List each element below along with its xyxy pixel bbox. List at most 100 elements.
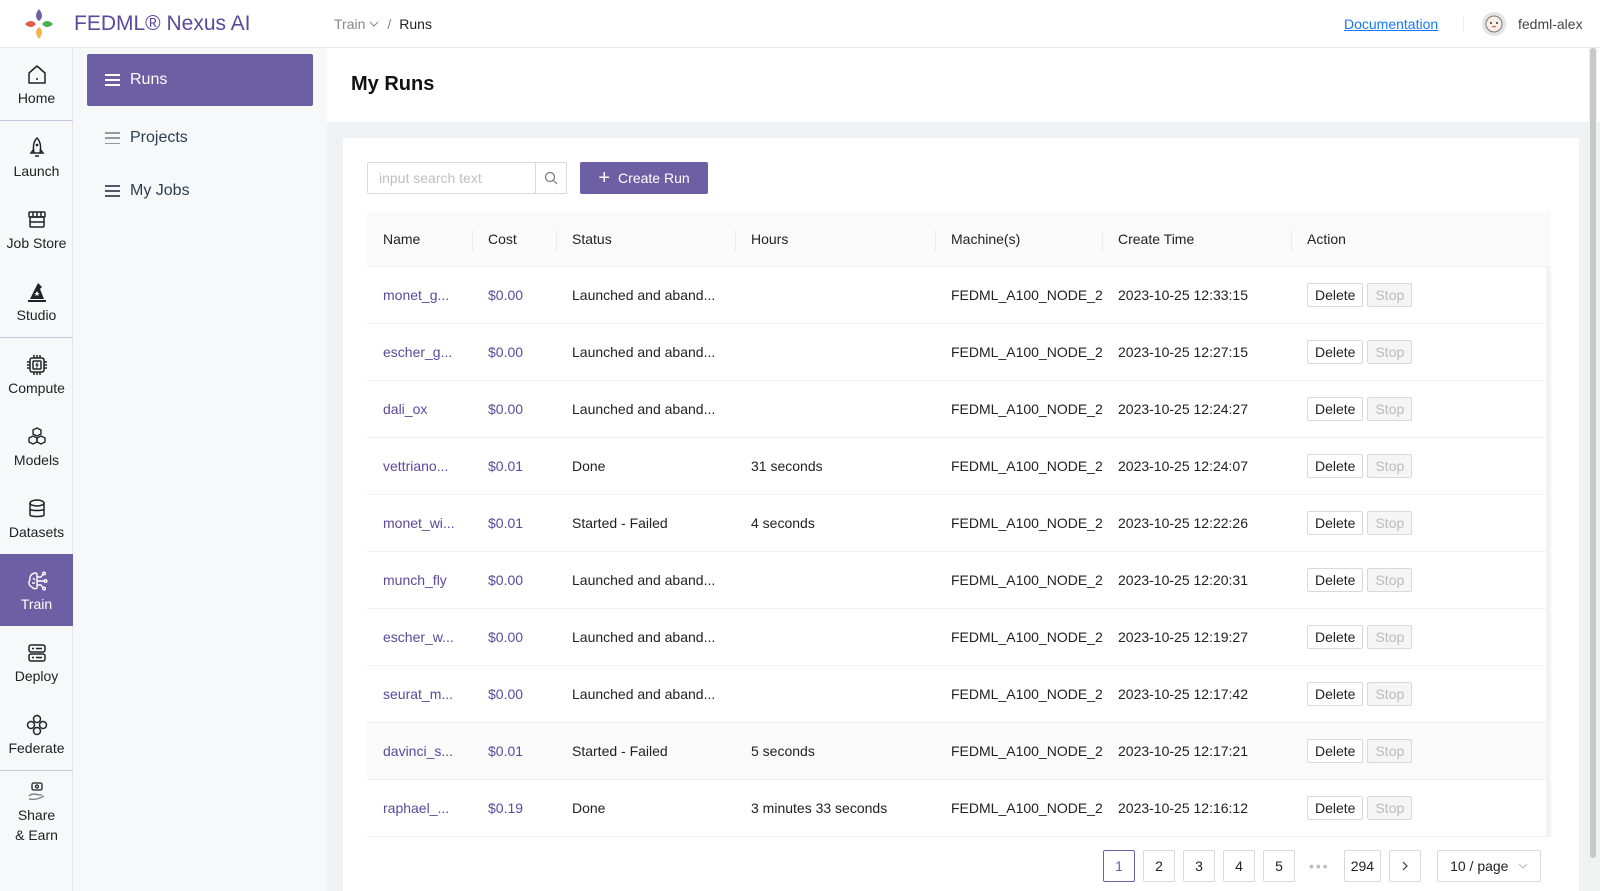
- rail-label: Studio: [16, 306, 57, 323]
- run-cost[interactable]: $0.01: [472, 515, 556, 531]
- run-name-link[interactable]: monet_wi...: [367, 515, 472, 531]
- rail-item-models[interactable]: Models: [0, 410, 73, 482]
- delete-button[interactable]: Delete: [1307, 739, 1364, 763]
- header-divider: [1463, 16, 1464, 32]
- table-scrollbar[interactable]: [1546, 266, 1551, 836]
- create-run-label: Create Run: [618, 170, 690, 186]
- run-name-link[interactable]: davinci_s...: [367, 743, 472, 759]
- delete-button[interactable]: Delete: [1307, 625, 1364, 649]
- chevron-right-icon: [1402, 861, 1408, 871]
- delete-button[interactable]: Delete: [1307, 682, 1364, 706]
- stop-button[interactable]: Stop: [1367, 283, 1413, 307]
- run-cost[interactable]: $0.19: [472, 800, 556, 816]
- stop-button[interactable]: Stop: [1367, 625, 1413, 649]
- run-cost[interactable]: $0.00: [472, 344, 556, 360]
- table-row[interactable]: raphael_... $0.19 Done 3 minutes 33 seconds…: [367, 780, 1551, 837]
- run-cost[interactable]: $0.01: [472, 458, 556, 474]
- stop-button[interactable]: Stop: [1367, 454, 1413, 478]
- search-button[interactable]: [535, 162, 567, 194]
- window-scrollbar-thumb[interactable]: [1590, 48, 1596, 858]
- run-cost[interactable]: $0.00: [472, 629, 556, 645]
- run-machine: FEDML_A100_NODE_2: [951, 572, 1103, 588]
- table-row[interactable]: monet_wi... $0.01 Started - Failed 4 second…: [367, 495, 1551, 552]
- submenu-label: Projects: [130, 129, 188, 146]
- run-cost[interactable]: $0.01: [472, 743, 556, 759]
- rail-item-deploy[interactable]: Deploy: [0, 626, 73, 698]
- delete-button[interactable]: Delete: [1307, 568, 1364, 592]
- rail-item-share-earn[interactable]: Share & Earn: [0, 771, 73, 851]
- run-cost[interactable]: $0.00: [472, 686, 556, 702]
- server-icon: [27, 643, 46, 662]
- documentation-link[interactable]: Documentation: [1344, 16, 1438, 32]
- table-row[interactable]: vettriano... $0.01 Done 31 seconds FEDML_A10…: [367, 438, 1551, 495]
- delete-button[interactable]: Delete: [1307, 283, 1364, 307]
- submenu-item-runs[interactable]: Runs: [87, 54, 313, 106]
- stop-button[interactable]: Stop: [1367, 739, 1413, 763]
- brand-name[interactable]: FEDML® Nexus AI: [74, 12, 251, 36]
- icon-rail: Home Launch Job Store Studio Compute Mod…: [0, 48, 73, 891]
- stop-button[interactable]: Stop: [1367, 682, 1413, 706]
- stop-button[interactable]: Stop: [1367, 397, 1413, 421]
- run-actions: Delete Stop: [1291, 682, 1551, 706]
- run-hours: 31 seconds: [751, 458, 823, 474]
- delete-button[interactable]: Delete: [1307, 454, 1364, 478]
- run-cost[interactable]: $0.00: [472, 401, 556, 417]
- rail-item-launch[interactable]: Launch: [0, 121, 73, 193]
- delete-button[interactable]: Delete: [1307, 340, 1364, 364]
- page-last-button[interactable]: 294: [1343, 850, 1382, 882]
- table-row[interactable]: escher_g... $0.00 Launched and aband... FED…: [367, 324, 1551, 381]
- create-run-button[interactable]: + Create Run: [580, 162, 708, 194]
- run-cost[interactable]: $0.00: [472, 287, 556, 303]
- table-row[interactable]: monet_g... $0.00 Launched and aband... FEDM…: [367, 267, 1551, 324]
- run-name-link[interactable]: munch_fly: [367, 572, 472, 588]
- page-4-button[interactable]: 4: [1223, 850, 1255, 882]
- rail-item-compute[interactable]: Compute: [0, 338, 73, 410]
- page-5-button[interactable]: 5: [1263, 850, 1295, 882]
- run-name-link[interactable]: escher_w...: [367, 629, 472, 645]
- run-name-link[interactable]: escher_g...: [367, 344, 472, 360]
- page-3-button[interactable]: 3: [1183, 850, 1215, 882]
- breadcrumb-separator: /: [387, 16, 392, 32]
- page-2-button[interactable]: 2: [1143, 850, 1175, 882]
- rail-label: Federate: [8, 739, 65, 756]
- delete-button[interactable]: Delete: [1307, 511, 1364, 535]
- run-machine: FEDML_A100_NODE_2: [951, 344, 1103, 360]
- rail-item-studio[interactable]: Studio: [0, 265, 73, 337]
- submenu-item-my-jobs[interactable]: My Jobs: [87, 165, 313, 217]
- breadcrumb-train[interactable]: Train: [334, 16, 379, 32]
- stop-button[interactable]: Stop: [1367, 340, 1413, 364]
- rail-item-home[interactable]: Home: [0, 48, 73, 120]
- run-cost[interactable]: $0.00: [472, 572, 556, 588]
- run-create-time: 2023-10-25 12:24:07: [1118, 458, 1248, 474]
- run-name-link[interactable]: dali_ox: [367, 401, 472, 417]
- page-1-button[interactable]: 1: [1103, 850, 1135, 882]
- search-input[interactable]: [367, 162, 535, 194]
- stop-button[interactable]: Stop: [1367, 568, 1413, 592]
- breadcrumb: Train / Runs: [334, 16, 432, 32]
- table-row[interactable]: munch_fly $0.00 Launched and aband... FEDML…: [367, 552, 1551, 609]
- stop-button[interactable]: Stop: [1367, 511, 1413, 535]
- run-name-link[interactable]: seurat_m...: [367, 686, 472, 702]
- delete-button[interactable]: Delete: [1307, 796, 1364, 820]
- page-size-select[interactable]: 10 / page: [1437, 850, 1542, 882]
- rail-item-train[interactable]: Train: [0, 554, 73, 626]
- rail-item-job-store[interactable]: Job Store: [0, 193, 73, 265]
- submenu-item-projects[interactable]: Projects: [87, 112, 313, 164]
- next-page-button[interactable]: [1389, 850, 1422, 882]
- avatar[interactable]: [1482, 12, 1506, 36]
- run-name-link[interactable]: monet_g...: [367, 287, 472, 303]
- run-name-link[interactable]: raphael_...: [367, 800, 472, 816]
- delete-button[interactable]: Delete: [1307, 397, 1364, 421]
- username[interactable]: fedml-alex: [1518, 16, 1583, 32]
- table-row[interactable]: seurat_m... $0.00 Launched and aband... FED…: [367, 666, 1551, 723]
- rail-item-federate[interactable]: Federate: [0, 698, 73, 770]
- run-name-link[interactable]: vettriano...: [367, 458, 472, 474]
- rail-item-datasets[interactable]: Datasets: [0, 482, 73, 554]
- rail-label: Job Store: [6, 234, 67, 251]
- pagination-ellipsis[interactable]: •••: [1303, 850, 1336, 882]
- stop-button[interactable]: Stop: [1367, 796, 1413, 820]
- table-row[interactable]: dali_ox $0.00 Launched and aband... FEDML_A…: [367, 381, 1551, 438]
- table-row[interactable]: davinci_s... $0.01 Started - Failed 5 secon…: [367, 723, 1551, 780]
- table-row[interactable]: escher_w... $0.00 Launched and aband... FED…: [367, 609, 1551, 666]
- fedml-logo-icon[interactable]: [22, 7, 56, 41]
